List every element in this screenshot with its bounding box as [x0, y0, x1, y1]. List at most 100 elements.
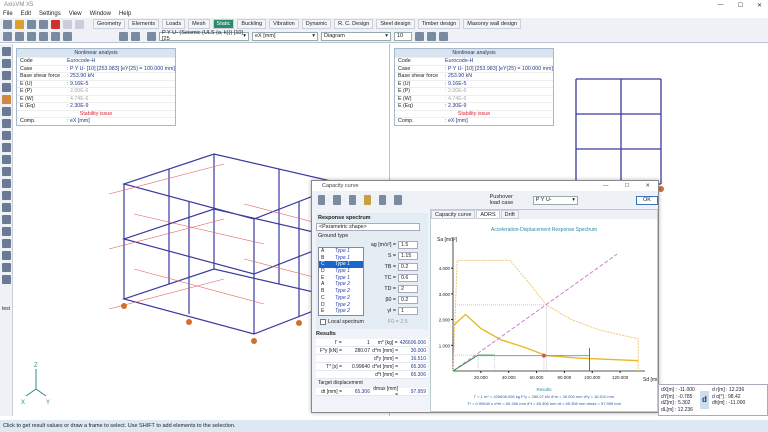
tool-icon[interactable]: [2, 131, 11, 140]
relative-coords-badge[interactable]: d: [700, 391, 709, 409]
report-icon[interactable]: [348, 195, 356, 205]
sections-icon[interactable]: [15, 31, 24, 41]
ground-type-item[interactable]: D Type 1: [319, 268, 363, 275]
color-icon[interactable]: [2, 95, 11, 104]
render-icon[interactable]: [2, 107, 11, 116]
display-options-icon[interactable]: [51, 31, 60, 41]
close-button[interactable]: ✕: [757, 2, 762, 9]
chart-icon[interactable]: [427, 31, 436, 41]
ground-type-list[interactable]: A Type 1 B Type 1 C Type 1 D Type 1 E Type 1 …: [318, 247, 364, 316]
ground-type-item-selected[interactable]: C Type 1: [319, 261, 363, 269]
min-max-all-icon[interactable]: [131, 31, 140, 41]
zoom-icon[interactable]: [2, 59, 11, 68]
dialog-close-button[interactable]: ✕: [645, 183, 650, 189]
menu-file[interactable]: File: [3, 11, 13, 17]
pushover-load-case-select[interactable]: P Y U- ▾: [532, 195, 578, 205]
tab-steel-design[interactable]: Steel design: [376, 19, 415, 29]
tool-icon[interactable]: [2, 227, 11, 236]
scale-icon[interactable]: [415, 31, 424, 41]
maximize-button[interactable]: ☐: [738, 2, 743, 9]
tool-icon[interactable]: [2, 155, 11, 164]
menu-help[interactable]: Help: [119, 11, 131, 17]
copy-icon[interactable]: [333, 195, 341, 205]
component-select[interactable]: eX [mm] ▾: [252, 31, 318, 41]
dialog-title-bar[interactable]: Capacity curve — ☐ ✕: [312, 181, 658, 191]
print-icon[interactable]: [318, 195, 326, 205]
menu-view[interactable]: View: [69, 11, 82, 17]
ground-type-item[interactable]: B Type 1: [319, 255, 363, 262]
local-spectrum-checkbox[interactable]: Local spectrum: [320, 319, 364, 325]
tool-icon[interactable]: [2, 119, 11, 128]
result-table-icon[interactable]: [147, 31, 156, 41]
beta0-input[interactable]: 0.2: [398, 296, 418, 304]
tool-icon[interactable]: [2, 203, 11, 212]
tab-dynamic[interactable]: Dynamic: [301, 19, 332, 29]
settings-icon[interactable]: [394, 195, 402, 205]
undo-icon[interactable]: [63, 19, 72, 29]
ground-type-item[interactable]: E Type 1: [319, 275, 363, 282]
s-input[interactable]: 1.15: [398, 252, 418, 260]
ground-type-item[interactable]: D Type 2: [319, 302, 363, 309]
tool-icon[interactable]: [2, 251, 11, 260]
ground-type-item[interactable]: E Type 2: [319, 308, 363, 315]
load-case-select[interactable]: P Y U- (Seismic (ULS (a, k))) [10] [25 ▾: [159, 30, 249, 42]
tool-icon[interactable]: [2, 191, 11, 200]
td-input[interactable]: 2: [398, 285, 418, 293]
display-mode-select[interactable]: Diagram ▾: [321, 31, 391, 41]
minimize-button[interactable]: —: [718, 2, 724, 9]
tab-geometry[interactable]: Geometry: [93, 19, 126, 29]
ok-button[interactable]: OK: [635, 195, 658, 205]
menu-window[interactable]: Window: [90, 11, 111, 17]
axes-icon[interactable]: [2, 71, 11, 80]
tool-icon[interactable]: [2, 143, 11, 152]
tc-input[interactable]: 0.6: [398, 274, 418, 282]
table-icon[interactable]: [27, 31, 36, 41]
table-icon[interactable]: [363, 195, 372, 205]
tab-rc-design[interactable]: R. C. Design: [334, 19, 374, 29]
tb-input[interactable]: 0.2: [398, 263, 418, 271]
tool-icon[interactable]: [2, 179, 11, 188]
export-icon[interactable]: [379, 195, 387, 205]
tab-timber-design[interactable]: Timber design: [417, 19, 461, 29]
menu-settings[interactable]: Settings: [39, 11, 61, 17]
tool-icon[interactable]: [2, 263, 11, 272]
ground-type-item[interactable]: A Type 1: [319, 248, 363, 255]
diagram-icon[interactable]: [439, 31, 448, 41]
print-icon[interactable]: [39, 19, 48, 29]
ag-input[interactable]: 1.5: [398, 241, 418, 249]
tab-capacity-curve[interactable]: Capacity curve: [431, 210, 476, 219]
layers-icon[interactable]: [3, 31, 12, 41]
tab-buckling[interactable]: Buckling: [237, 19, 267, 29]
open-file-icon[interactable]: [15, 19, 24, 29]
tool-icon[interactable]: [2, 275, 11, 284]
new-file-icon[interactable]: [3, 19, 12, 29]
tab-drift[interactable]: Drift: [500, 210, 519, 219]
tab-loads[interactable]: Loads: [162, 19, 186, 29]
save-icon[interactable]: [27, 19, 36, 29]
pdf-icon[interactable]: [51, 19, 60, 29]
ground-type-item[interactable]: A Type 2: [319, 281, 363, 288]
min-max-icon[interactable]: [119, 31, 128, 41]
ground-type-item[interactable]: C Type 2: [319, 295, 363, 302]
tool-icon[interactable]: [2, 239, 11, 248]
window-icon[interactable]: [63, 31, 72, 41]
ground-type-item[interactable]: B Type 2: [319, 288, 363, 295]
tab-vibration[interactable]: Vibration: [269, 19, 299, 29]
tab-static[interactable]: Static: [212, 19, 235, 29]
tab-adrs[interactable]: ADRS: [476, 210, 500, 219]
menu-edit[interactable]: Edit: [21, 11, 31, 17]
adrs-chart[interactable]: Acceleration-Displacement Response Spect…: [431, 219, 662, 411]
tool-icon[interactable]: [2, 167, 11, 176]
redo-icon[interactable]: [75, 19, 84, 29]
tab-elements[interactable]: Elements: [128, 19, 160, 29]
select-icon[interactable]: [2, 47, 11, 56]
view-icon[interactable]: [2, 83, 11, 92]
columns-icon[interactable]: [39, 31, 48, 41]
dialog-maximize-button[interactable]: ☐: [624, 183, 629, 189]
scale-input[interactable]: 10: [394, 31, 412, 41]
tool-icon[interactable]: [2, 215, 11, 224]
tab-masonry-wall-design[interactable]: Masonry wall design: [463, 19, 522, 29]
tab-mesh[interactable]: Mesh: [188, 19, 210, 29]
dialog-minimize-button[interactable]: —: [603, 183, 609, 189]
gamma-input[interactable]: 1: [398, 307, 418, 315]
